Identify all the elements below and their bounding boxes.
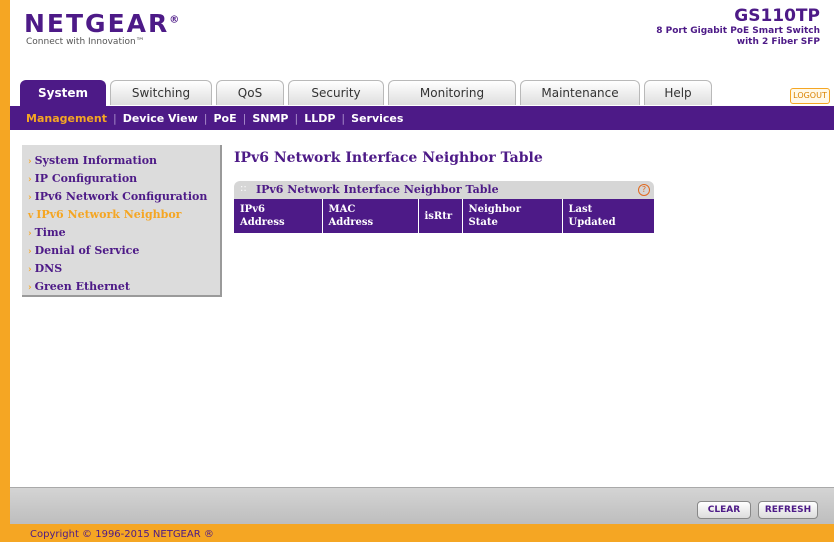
netgear-logo: NETGEAR® bbox=[24, 9, 182, 38]
table-header-row: IPv6 Address MAC Address isRtr Neighbor Sta… bbox=[234, 199, 654, 233]
panel-title: IPv6 Network Interface Neighbor Table bbox=[256, 183, 499, 196]
chevron-right-icon: › bbox=[28, 193, 32, 203]
clear-button[interactable]: CLEAR bbox=[697, 501, 751, 519]
sidebar: › System Information › IP Configuration › I… bbox=[22, 145, 222, 297]
model-description-1: 8 Port Gigabit PoE Smart Switch bbox=[656, 26, 820, 36]
model-info: GS110TP 8 Port Gigabit PoE Smart Switch … bbox=[656, 6, 820, 48]
subnav-snmp[interactable]: SNMP bbox=[246, 112, 294, 125]
sidebar-item-system-information[interactable]: › System Information bbox=[28, 154, 157, 167]
subnav-lldp[interactable]: LLDP bbox=[298, 112, 341, 125]
header: NETGEAR® Connect with Innovation™ GS110T… bbox=[10, 0, 834, 76]
sidebar-item-green-ethernet[interactable]: › Green Ethernet bbox=[28, 280, 130, 293]
help-icon[interactable]: ? bbox=[638, 184, 650, 196]
model-name: GS110TP bbox=[734, 6, 820, 26]
sidebar-item-ipv6-network-configuration[interactable]: › IPv6 Network Configuration bbox=[28, 190, 207, 203]
column-header-isrtr: isRtr bbox=[418, 199, 463, 233]
panel-header: :: IPv6 Network Interface Neighbor Table… bbox=[234, 181, 654, 199]
subnav-management[interactable]: Management bbox=[20, 112, 113, 125]
column-header-neighbor-state: Neighbor State bbox=[462, 199, 563, 233]
tab-security[interactable]: Security bbox=[288, 80, 384, 105]
column-header-last-updated: Last Updated bbox=[562, 199, 654, 233]
chevron-right-icon: › bbox=[28, 247, 32, 257]
tab-maintenance[interactable]: Maintenance bbox=[520, 80, 640, 105]
grip-icon: :: bbox=[240, 183, 247, 194]
left-accent-strip bbox=[0, 0, 10, 542]
page-title: IPv6 Network Interface Neighbor Table bbox=[234, 150, 543, 166]
sidebar-item-ip-configuration[interactable]: › IP Configuration bbox=[28, 172, 137, 185]
neighbor-table: IPv6 Address MAC Address isRtr Neighbor Sta… bbox=[234, 199, 654, 233]
chevron-right-icon: › bbox=[28, 283, 32, 293]
sidebar-item-denial-of-service[interactable]: › Denial of Service bbox=[28, 244, 139, 257]
refresh-button[interactable]: REFRESH bbox=[758, 501, 818, 519]
sidebar-item-ipv6-network-neighbor[interactable]: v IPv6 Network Neighbor bbox=[28, 208, 181, 221]
tab-system[interactable]: System bbox=[20, 80, 106, 107]
tab-switching[interactable]: Switching bbox=[110, 80, 212, 105]
chevron-down-icon: v bbox=[28, 211, 34, 221]
logout-button[interactable]: LOGOUT bbox=[790, 88, 830, 104]
column-header-ipv6-address: IPv6 Address bbox=[234, 199, 323, 233]
column-header-mac-address: MAC Address bbox=[322, 199, 419, 233]
copyright-text: Copyright © 1996-2015 NETGEAR ® bbox=[30, 529, 214, 540]
subnav-poe[interactable]: PoE bbox=[207, 112, 242, 125]
sidebar-item-time[interactable]: › Time bbox=[28, 226, 66, 239]
chevron-right-icon: › bbox=[28, 157, 32, 167]
neighbor-table-panel: :: IPv6 Network Interface Neighbor Table… bbox=[234, 181, 654, 233]
sub-navigation: Management | Device View | PoE | SNMP | … bbox=[10, 106, 834, 130]
tab-qos[interactable]: QoS bbox=[216, 80, 284, 105]
copyright-bar: Copyright © 1996-2015 NETGEAR ® bbox=[10, 524, 834, 542]
subnav-device-view[interactable]: Device View bbox=[117, 112, 204, 125]
chevron-right-icon: › bbox=[28, 265, 32, 275]
tab-help[interactable]: Help bbox=[644, 80, 712, 105]
chevron-right-icon: › bbox=[28, 229, 32, 239]
tab-monitoring[interactable]: Monitoring bbox=[388, 80, 516, 105]
model-description-2: with 2 Fiber SFP bbox=[736, 37, 820, 47]
chevron-right-icon: › bbox=[28, 175, 32, 185]
tagline: Connect with Innovation™ bbox=[26, 37, 145, 47]
main-tabs: System Switching QoS Security Monitoring… bbox=[20, 80, 716, 107]
sidebar-item-dns[interactable]: › DNS bbox=[28, 262, 62, 275]
subnav-services[interactable]: Services bbox=[345, 112, 409, 125]
